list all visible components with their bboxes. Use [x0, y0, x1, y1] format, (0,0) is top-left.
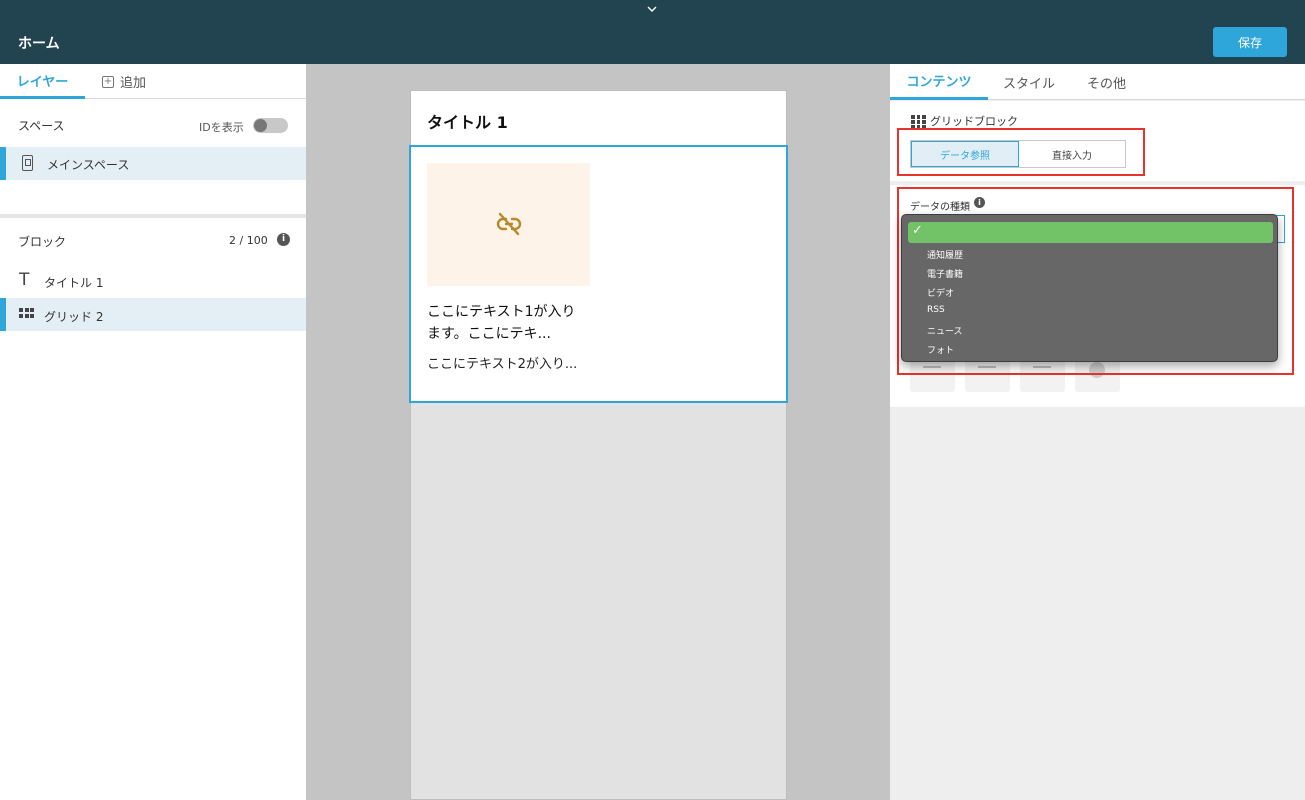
- tab-content[interactable]: コンテンツ: [890, 64, 988, 100]
- menu-item[interactable]: ビデオ: [927, 286, 954, 299]
- preview-text-1: ここにテキスト1が入ります。ここにテキ...: [427, 304, 576, 342]
- block-item-label: タイトル 1: [44, 276, 104, 290]
- plus-icon: +: [102, 75, 114, 88]
- show-id-toggle[interactable]: [253, 118, 288, 133]
- block-item-title[interactable]: T タイトル 1: [0, 264, 306, 297]
- toggle-knob: [254, 119, 267, 132]
- page-title: ホーム: [18, 36, 60, 52]
- block-item-label: グリッド 2: [44, 310, 104, 324]
- menu-item[interactable]: 電子書籍: [927, 267, 963, 280]
- top-bar: ホーム 保存: [0, 0, 1305, 64]
- space-item-main[interactable]: メインスペース: [0, 147, 306, 180]
- preview-grid-block[interactable]: ここにテキスト1が入ります。ここにテキ... ここにテキスト2が入り...: [409, 145, 788, 403]
- menu-item[interactable]: フォト: [927, 343, 954, 356]
- tab-other[interactable]: その他: [1087, 64, 1126, 100]
- preview-title-block[interactable]: タイトル 1: [411, 91, 786, 145]
- tab-style[interactable]: スタイル: [1003, 64, 1055, 100]
- selection-bar: [0, 147, 6, 180]
- right-tab-bar: コンテンツ スタイル その他: [890, 64, 1305, 100]
- layer-panel: レイヤー + 追加 スペース IDを表示 メインスペース ブロック 2 / 10…: [0, 64, 306, 800]
- info-icon[interactable]: i: [277, 233, 290, 246]
- phone-preview: タイトル 1 ここにテキスト1が入ります。ここにテキ... ここにテキスト2が入…: [409, 90, 788, 800]
- save-button[interactable]: 保存: [1213, 27, 1287, 57]
- left-tab-bar: レイヤー + 追加: [0, 64, 306, 99]
- grid-icon: [19, 308, 34, 318]
- mobile-page-icon: [22, 155, 33, 171]
- space-heading: スペース: [18, 119, 65, 133]
- block-count: 2 / 100: [229, 234, 268, 247]
- show-id-label: IDを表示: [199, 121, 244, 134]
- broken-link-icon: [496, 212, 522, 236]
- preview-title-text: タイトル 1: [427, 113, 508, 132]
- preview-text-2: ここにテキスト2が入り...: [427, 357, 578, 372]
- tab-add-label: 追加: [120, 76, 147, 91]
- image-placeholder: [427, 163, 590, 286]
- menu-item[interactable]: RSS: [927, 305, 945, 315]
- block-item-grid[interactable]: グリッド 2: [0, 298, 306, 331]
- tab-layer[interactable]: レイヤー: [0, 64, 85, 99]
- block-heading: ブロック: [18, 235, 67, 249]
- menu-item-selected[interactable]: ✓: [908, 222, 1273, 243]
- tab-add[interactable]: + 追加: [102, 64, 146, 99]
- menu-item[interactable]: 通知履歴: [927, 248, 963, 261]
- divider: [0, 214, 306, 218]
- menu-item[interactable]: ニュース: [927, 324, 963, 337]
- chevron-down-icon[interactable]: [645, 2, 659, 16]
- grid-icon: [911, 115, 926, 129]
- data-type-dropdown-menu: ✓ 通知履歴 電子書籍 ビデオ RSS ニュース フォト: [901, 214, 1278, 362]
- section-title: グリッドブロック: [930, 115, 1018, 128]
- space-item-label: メインスペース: [47, 158, 130, 172]
- text-t-icon: T: [19, 270, 30, 290]
- checkmark-icon: ✓: [912, 223, 923, 238]
- preview-canvas: タイトル 1 ここにテキスト1が入ります。ここにテキ... ここにテキスト2が入…: [306, 64, 890, 800]
- selection-bar: [0, 298, 6, 331]
- highlight-box: [897, 128, 1145, 176]
